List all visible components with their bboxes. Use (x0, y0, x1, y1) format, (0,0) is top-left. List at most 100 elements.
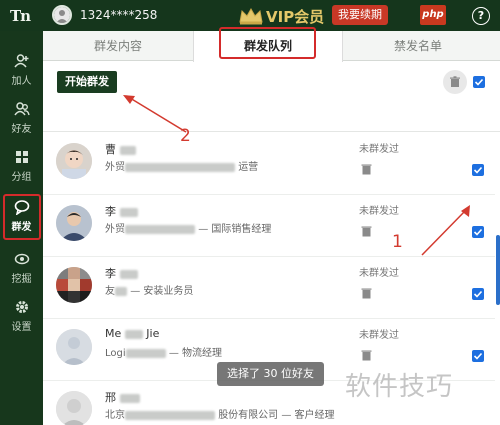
send-status: 未群发过 (359, 268, 399, 279)
user-avatar-icon (54, 7, 70, 23)
friend-avatar (56, 391, 92, 425)
friend-title: 外贸 运营 (105, 158, 258, 173)
trash-icon (361, 164, 372, 175)
tab-mass-content[interactable]: 群发内容 (43, 31, 193, 61)
row-checkbox[interactable] (472, 164, 484, 176)
blurred-text (125, 348, 166, 358)
trash-icon (450, 76, 460, 87)
friend-name-text: 曹 (105, 143, 116, 156)
photo-icon (56, 329, 92, 365)
help-icon[interactable]: ? (472, 7, 490, 25)
man-photo-icon (56, 205, 92, 241)
sidebar-item-add-person[interactable]: 加人 (0, 45, 43, 93)
selection-toast: 选择了 30 位好友 (217, 362, 324, 386)
child-photo-icon (56, 143, 92, 179)
pixelated-photo-icon (56, 267, 92, 303)
vip-badge: VIP会员 (238, 4, 324, 28)
select-all-checkbox[interactable] (473, 76, 485, 88)
blurred-text (119, 207, 138, 217)
add-person-icon (13, 54, 28, 68)
watermark: 软件技巧 (345, 372, 454, 402)
friend-title-prefix: 友 (105, 286, 115, 297)
crown-icon (239, 7, 263, 25)
scrollbar-thumb[interactable] (496, 235, 500, 305)
delete-row-button[interactable] (361, 160, 372, 179)
renew-button[interactable]: 我要续期 (332, 5, 388, 25)
annotation-number-1: 1 (392, 232, 403, 252)
tab-blocked-list[interactable]: 禁发名单 (343, 31, 493, 61)
tab-bar: 群发内容 群发队列 禁发名单 (43, 27, 500, 62)
tab-highlight-box (219, 27, 316, 59)
sidebar-item-label: 好友 (11, 124, 32, 135)
friend-name: Me Jie (105, 327, 159, 340)
php-badge: php (420, 5, 446, 25)
annotation-number-2: 2 (180, 126, 191, 146)
blurred-text (119, 269, 138, 279)
friend-title: 友 — 安装业务员 (105, 282, 193, 297)
friend-title: 北京 股份有限公司 — 客户经理 (105, 406, 335, 421)
account-phone: 1324****258 (80, 8, 158, 22)
friend-name: 邢 (105, 389, 140, 405)
friend-avatar (56, 329, 92, 365)
friend-title-suffix: 股份有限公司 — 客户经理 (218, 410, 335, 421)
friend-title-suffix: 运营 (238, 162, 259, 173)
friend-title: Logi — 物流经理 (105, 344, 222, 359)
check-icon (473, 166, 483, 174)
friend-name: 李 (105, 203, 138, 219)
send-status: 未群发过 (359, 144, 399, 155)
friend-name-text: 李 (105, 205, 116, 218)
queue-toolbar: 开始群发 (43, 62, 500, 132)
friend-name-text: Me (105, 327, 122, 340)
sidebar-item-settings[interactable]: 设置 (0, 291, 43, 339)
friend-title-prefix: Logi (105, 348, 126, 359)
blurred-text (125, 410, 215, 420)
sidebar-item-label: 设置 (11, 322, 32, 333)
user-avatar[interactable] (52, 5, 72, 25)
friend-title-suffix: — 安装业务员 (130, 286, 194, 297)
trash-icon (361, 350, 372, 361)
sidebar-highlight-box (3, 194, 41, 240)
delete-row-button[interactable] (361, 284, 372, 303)
list-item[interactable]: 李 友 — 安装业务员 未群发过 (43, 257, 495, 319)
blurred-text (125, 162, 235, 172)
sidebar-item-mine[interactable]: 挖掘 (0, 243, 43, 291)
sidebar-item-label: 分组 (11, 172, 32, 183)
list-item[interactable]: 曹 外贸 运营 未群发过 (43, 133, 495, 195)
friend-title: 外贸 — 国际销售经理 (105, 220, 271, 235)
row-checkbox[interactable] (472, 226, 484, 238)
trash-icon (361, 288, 372, 299)
friend-name-text: 李 (105, 267, 116, 280)
friend-name: 曹 (105, 141, 136, 157)
sidebar-item-friends[interactable]: 好友 (0, 93, 43, 141)
start-mass-send-button[interactable]: 开始群发 (57, 71, 117, 93)
row-checkbox[interactable] (472, 288, 484, 300)
friend-title-prefix: 北京 (105, 410, 125, 421)
list-item[interactable]: 李 外贸 — 国际销售经理 未群发过 (43, 195, 495, 257)
check-icon (473, 228, 483, 236)
friend-avatar (56, 205, 92, 241)
delete-row-button[interactable] (361, 346, 372, 365)
delete-all-button[interactable] (443, 70, 467, 94)
sidebar-item-label: 加人 (11, 76, 32, 87)
friend-name-text: 邢 (105, 391, 116, 404)
blurred-text (115, 286, 127, 296)
friend-avatar (56, 267, 92, 303)
blurred-text (125, 224, 195, 234)
check-icon (473, 352, 483, 360)
friend-title-prefix: 外贸 (105, 224, 125, 235)
friend-avatar (56, 143, 92, 179)
friend-name-suffix: Jie (146, 327, 160, 340)
vip-label: VIP会员 (266, 7, 325, 26)
blurred-text (124, 329, 143, 339)
friend-name: 李 (105, 265, 138, 281)
send-status: 未群发过 (359, 330, 399, 341)
friends-icon (13, 102, 30, 116)
send-status: 未群发过 (359, 206, 399, 217)
app-logo: Tn (10, 7, 31, 25)
photo-icon (56, 391, 92, 425)
check-icon (473, 290, 483, 298)
friend-title-suffix: — 国际销售经理 (198, 224, 272, 235)
row-checkbox[interactable] (472, 350, 484, 362)
sidebar-item-groups[interactable]: 分组 (0, 141, 43, 189)
delete-row-button[interactable] (361, 222, 372, 241)
